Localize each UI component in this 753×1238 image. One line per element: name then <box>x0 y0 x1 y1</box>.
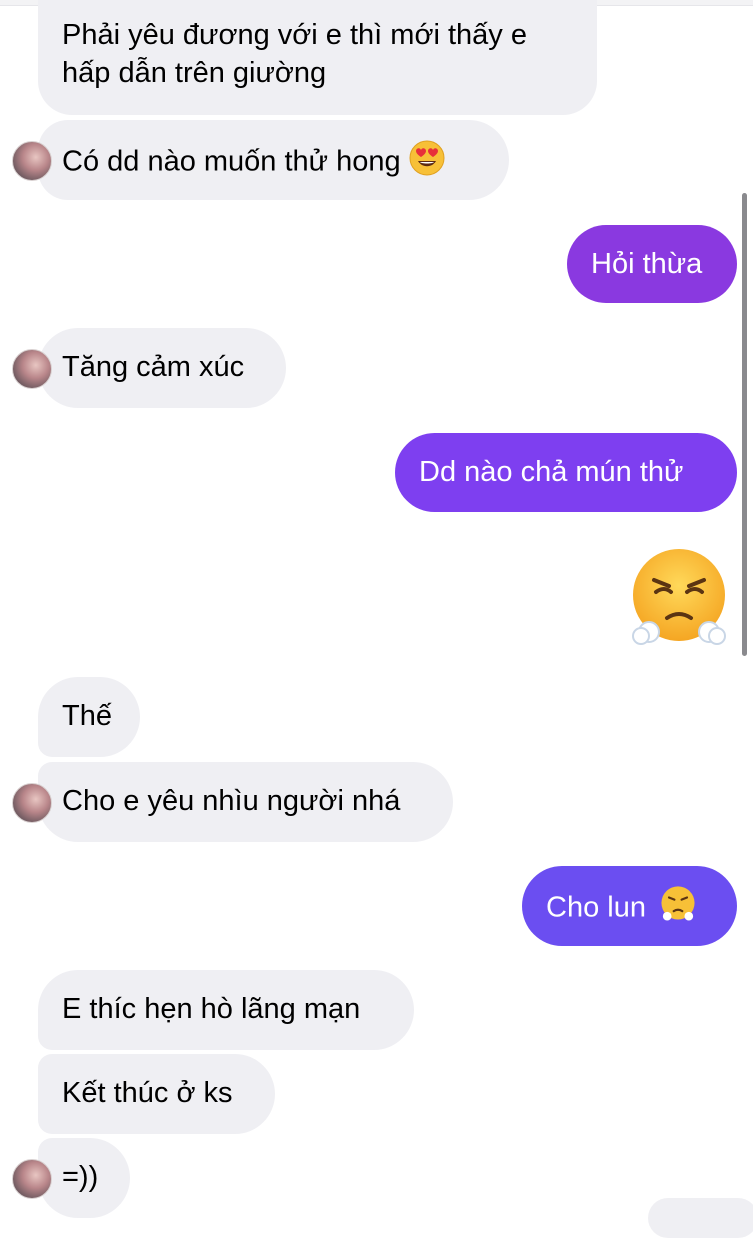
message-bubble-incoming[interactable]: Tăng cảm xúc <box>12 328 286 408</box>
message-bubble-incoming[interactable]: =)) <box>12 1138 130 1218</box>
message-text: Hỏi thừa <box>591 248 703 280</box>
message-text: =)) <box>62 1161 99 1193</box>
avatar[interactable] <box>12 349 52 389</box>
message-bubble-incoming[interactable]: Phải yêu đương với e thì mới thấy e hấp … <box>38 0 597 115</box>
message-text: Có dd nào muốn thử hong <box>62 145 401 178</box>
message-text: E thíc hẹn hò lãng mạn <box>62 993 361 1025</box>
avatar[interactable] <box>12 783 52 823</box>
message-bubble-partial <box>648 1198 753 1238</box>
message-text: Thế <box>62 700 112 732</box>
message-bubble-incoming[interactable]: Cho e yêu nhìu người nhá <box>12 762 453 842</box>
message-bubble-outgoing[interactable]: Hỏi thừa <box>567 225 737 303</box>
avatar[interactable] <box>12 141 52 181</box>
heart-eyes-icon <box>409 140 445 186</box>
message-text: Dd nào chả mún thử <box>419 456 684 488</box>
message-bubble-incoming[interactable]: Kết thúc ở ks <box>38 1054 275 1134</box>
face-with-steam-from-nose-icon <box>660 886 696 932</box>
scrollbar[interactable] <box>742 193 747 656</box>
message-text: Cho e yêu nhìu người nhá <box>62 785 401 817</box>
message-text: Cho lun <box>546 891 646 924</box>
message-bubble-incoming[interactable]: Có dd nào muốn thử hong <box>12 120 509 200</box>
message-text: Kết thúc ở ks <box>62 1077 233 1109</box>
avatar[interactable] <box>12 1159 52 1199</box>
message-text: Tăng cảm xúc <box>62 351 245 383</box>
message-bubble-incoming[interactable]: E thíc hẹn hò lãng mạn <box>38 970 414 1050</box>
message-bubble-outgoing[interactable]: Dd nào chả mún thử <box>395 433 737 512</box>
message-text: Phải yêu đương với e thì mới thấy e hấp … <box>62 19 527 89</box>
message-bubble-incoming[interactable]: Thế <box>38 677 140 757</box>
face-with-steam-from-nose-icon[interactable] <box>629 548 729 648</box>
message-bubble-outgoing[interactable]: Cho lun <box>522 866 737 946</box>
